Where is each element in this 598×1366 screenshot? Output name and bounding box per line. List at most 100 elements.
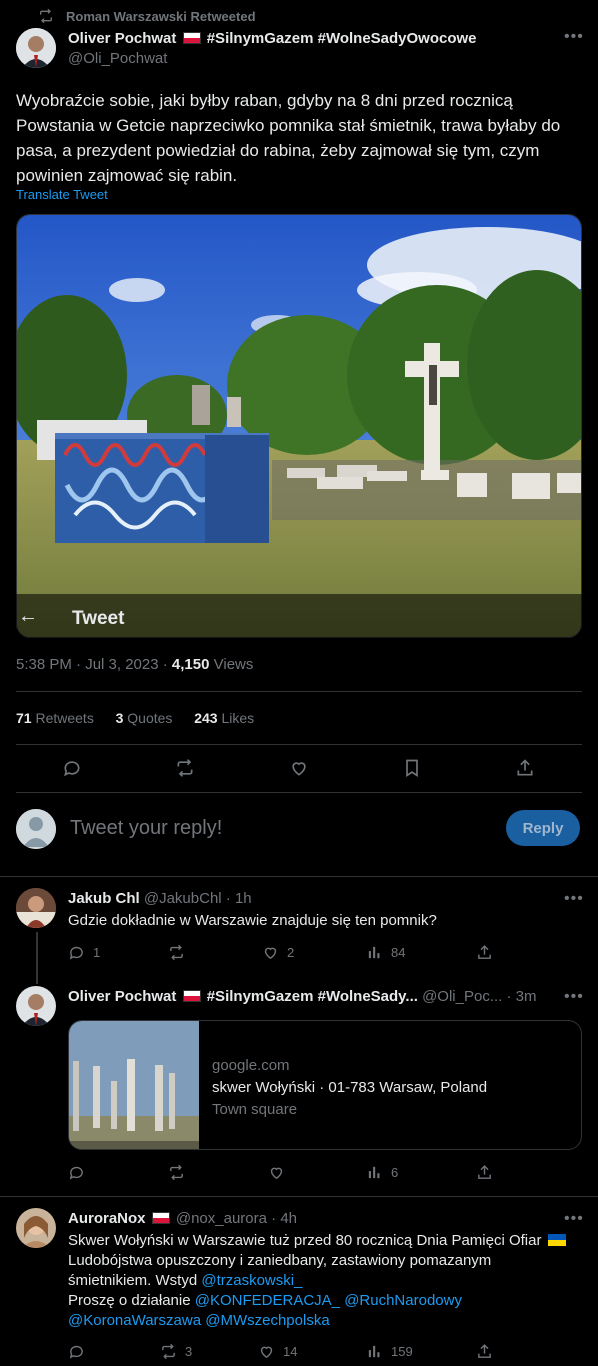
retweet-action[interactable]: 3	[160, 1343, 192, 1360]
more-options-icon[interactable]: •••	[564, 28, 584, 46]
reply-avatar[interactable]	[16, 1208, 56, 1248]
like-action[interactable]: 2	[262, 944, 294, 961]
poland-flag-icon	[182, 32, 201, 44]
share-action[interactable]	[476, 1164, 493, 1181]
views-action[interactable]: 84	[366, 944, 405, 961]
reply-action[interactable]	[68, 1164, 85, 1181]
reply-time[interactable]: · 1h	[222, 890, 252, 907]
share-icon[interactable]	[515, 758, 535, 783]
reply-time[interactable]: · 4h	[267, 1210, 297, 1227]
mention-link[interactable]: @KONFEDERACJA_	[195, 1292, 340, 1309]
share-icon	[476, 944, 493, 961]
translate-tweet-link[interactable]: Translate Tweet	[16, 187, 108, 202]
retweet-action[interactable]	[168, 944, 185, 961]
retweets-label: Retweets	[31, 710, 94, 726]
link-card-image	[69, 1021, 199, 1149]
reply-time[interactable]: · 3m	[502, 988, 537, 1005]
views-icon	[366, 944, 383, 961]
reply-author-name[interactable]: Jakub Chl	[68, 890, 140, 907]
retweet-icon[interactable]	[175, 758, 195, 783]
tweet-header-title: Tweet	[72, 608, 125, 629]
poland-flag-icon	[151, 1212, 170, 1224]
views-count: 4,150	[171, 656, 210, 673]
tweet-image[interactable]	[16, 214, 582, 638]
tweet-time[interactable]: 5:38 PM · Jul 3, 2023 ·	[16, 656, 172, 673]
author-name-line[interactable]: Oliver Pochwat #SilnymGazem #WolneSadyOw…	[68, 30, 477, 47]
more-options-icon[interactable]: •••	[564, 1210, 584, 1228]
share-action[interactable]	[476, 1343, 493, 1360]
more-options-icon[interactable]: •••	[564, 890, 584, 908]
reply-author-handle[interactable]: @nox_aurora	[176, 1210, 267, 1227]
link-card-domain: google.com	[212, 1057, 290, 1074]
tweet-text: Wyobraźcie sobie, jaki byłby raban, gdyb…	[16, 91, 561, 185]
retweet-action[interactable]	[168, 1164, 185, 1181]
reply-text: Skwer Wołyński w Warszawie tuż przed 80 …	[68, 1231, 582, 1331]
user-avatar	[16, 809, 56, 849]
reply-action[interactable]: 1	[68, 944, 100, 961]
mention-link[interactable]: @trzaskowski_	[201, 1272, 302, 1289]
author-handle[interactable]: @Oli_Pochwat	[68, 50, 167, 67]
link-card[interactable]: google.com skwer Wołyński · 01-783 Warsa…	[68, 1020, 582, 1150]
retweet-icon	[160, 1343, 177, 1360]
views-count: 6	[391, 1165, 399, 1180]
quotes-label: Quotes	[123, 710, 173, 726]
views-action[interactable]: 159	[366, 1343, 413, 1360]
likes-count: 243	[194, 710, 218, 726]
reply-button[interactable]: Reply	[506, 810, 580, 846]
back-arrow-icon[interactable]: ←	[18, 605, 38, 628]
reply-header: Oliver Pochwat #SilnymGazem #WolneSady..…	[68, 988, 537, 1005]
poland-flag-icon	[182, 990, 201, 1002]
divider	[0, 876, 598, 877]
bookmark-icon[interactable]	[402, 758, 422, 783]
mention-link[interactable]: @KoronaWarszawa	[68, 1312, 201, 1329]
divider	[16, 792, 582, 793]
mention-link[interactable]: @RuchNarodowy	[344, 1292, 462, 1309]
author-hashtags: #SilnymGazem #WolneSadyOwocowe	[206, 30, 477, 47]
reply-count: 1	[93, 945, 101, 960]
more-options-icon[interactable]: •••	[564, 988, 584, 1006]
link-card-subtitle: Town square	[212, 1101, 298, 1118]
likes-stat[interactable]: 243 Likes	[194, 710, 254, 726]
reply-text-line: śmietnikiem. Wstyd	[68, 1272, 202, 1289]
likes-label: Likes	[217, 710, 255, 726]
like-action[interactable]	[268, 1164, 285, 1181]
reply-avatar[interactable]	[16, 986, 56, 1026]
reply-icon	[68, 1343, 85, 1360]
retweets-stat[interactable]: 71 Retweets	[16, 710, 94, 726]
author-avatar[interactable]	[16, 28, 56, 68]
like-count: 14	[283, 1344, 298, 1359]
views-count: 159	[391, 1344, 413, 1359]
like-icon	[268, 1164, 285, 1181]
reply-avatar[interactable]	[16, 888, 56, 928]
link-card-title: skwer Wołyński · 01-783 Warsaw, Poland	[212, 1079, 488, 1096]
like-icon[interactable]	[289, 758, 309, 783]
reply-author-handle[interactable]: @JakubChl	[144, 890, 222, 907]
ukraine-flag-icon	[547, 1234, 566, 1246]
reply-author-name[interactable]: Oliver Pochwat	[68, 988, 176, 1005]
retweeted-by-label: Roman Warszawski Retweeted	[66, 8, 256, 24]
divider	[16, 744, 582, 745]
mention-link[interactable]: @MWszechpolska	[205, 1312, 329, 1329]
views-action[interactable]: 6	[366, 1164, 398, 1181]
reply-icon	[68, 1164, 85, 1181]
retweet-icon	[168, 1164, 185, 1181]
reply-icon[interactable]	[62, 758, 82, 783]
views-count: 84	[391, 945, 406, 960]
reply-header: Jakub Chl @JakubChl · 1h	[68, 890, 252, 907]
reply-action[interactable]	[68, 1343, 85, 1360]
like-count: 2	[287, 945, 295, 960]
quotes-stat[interactable]: 3 Quotes	[116, 710, 173, 726]
views-icon	[366, 1164, 383, 1181]
author-name[interactable]: Oliver Pochwat	[68, 30, 176, 47]
reply-author-handle[interactable]: @Oli_Poc...	[422, 988, 502, 1005]
like-action[interactable]: 14	[258, 1343, 297, 1360]
thread-line	[36, 932, 38, 984]
reply-input[interactable]: Tweet your reply!	[70, 817, 222, 840]
reply-author-name[interactable]: AuroraNox	[68, 1210, 146, 1227]
views-label: Views	[209, 656, 254, 673]
divider	[16, 691, 582, 692]
views-icon	[366, 1343, 383, 1360]
share-action[interactable]	[476, 944, 493, 961]
retweet-icon	[168, 944, 185, 961]
reply-author-hashtags: #SilnymGazem #WolneSady...	[206, 988, 418, 1005]
